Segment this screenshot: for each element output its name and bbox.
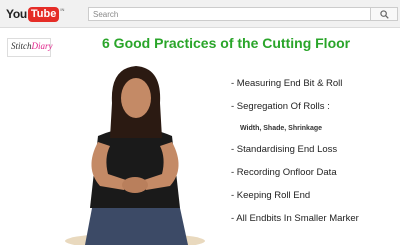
channel-logo: StitchDiary (7, 38, 53, 57)
search-box (88, 7, 371, 21)
search-button[interactable] (371, 7, 398, 21)
youtube-top-bar: You Tube IN (0, 0, 400, 28)
logo-you-text: You (6, 7, 27, 21)
bullet-item: - All Endbits In Smaller Marker (231, 213, 359, 224)
bullet-list: - Measuring End Bit & Roll - Segregation… (231, 78, 399, 236)
bullet-item: - Recording Onfloor Data (231, 167, 337, 178)
search-icon (379, 9, 389, 19)
bullet-item: - Keeping Roll End (231, 190, 311, 201)
bullet-item: - Segregation Of Rolls : (231, 101, 330, 112)
logo-tube-text: Tube (27, 6, 60, 22)
channel-logo-highlight: Diary (31, 41, 53, 51)
youtube-logo[interactable]: You Tube IN (6, 6, 64, 22)
bullet-subitem: Width, Shade, Shrinkage (240, 125, 323, 132)
search-input[interactable] (89, 8, 370, 20)
video-title: 6 Good Practices of the Cutting Floor (102, 35, 351, 51)
video-player[interactable]: StitchDiary 6 Good Practices of the Cutt… (0, 28, 400, 245)
logo-region-text: IN (60, 7, 65, 12)
bullet-item: - Measuring End Bit & Roll (231, 78, 343, 89)
presenter-figure (65, 66, 205, 245)
channel-logo-prefix: Stitch (11, 41, 32, 51)
bullet-item: - Standardising End Loss (231, 144, 338, 155)
